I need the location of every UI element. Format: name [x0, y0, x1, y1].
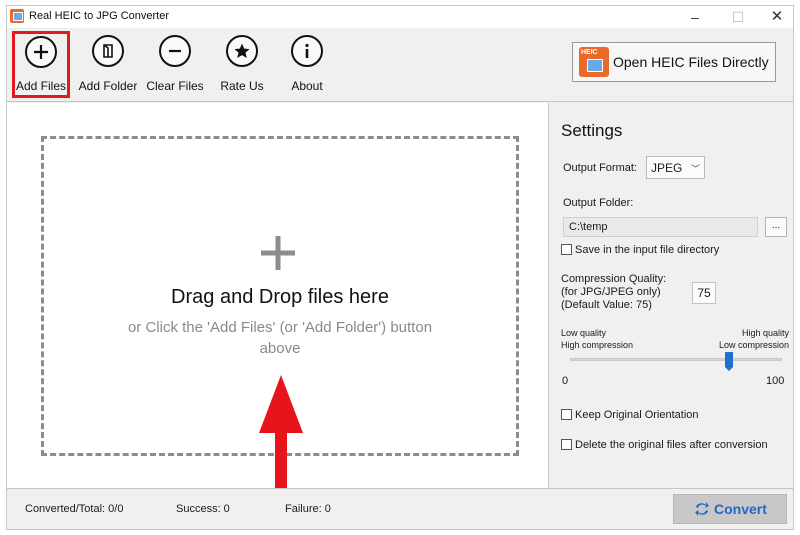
- minus-icon: [159, 35, 191, 67]
- minimize-button[interactable]: –: [677, 7, 713, 27]
- close-button[interactable]: ✕: [759, 7, 795, 27]
- title-bar: Real HEIC to JPG Converter – ☐ ✕: [7, 6, 793, 28]
- quality-slider-thumb[interactable]: [725, 352, 733, 371]
- browse-folder-button[interactable]: ...: [765, 217, 787, 237]
- open-heic-label: Open HEIC Files Directly: [613, 54, 769, 70]
- checkbox-box[interactable]: [561, 409, 572, 420]
- clear-files-label: Clear Files: [146, 79, 204, 93]
- high-compression-label: High compression: [561, 340, 634, 350]
- window-title: Real HEIC to JPG Converter: [29, 10, 169, 22]
- high-quality-label: High quality: [741, 328, 789, 338]
- compression-default: (Default Value: 75): [561, 299, 652, 311]
- slider-min-label: 0: [562, 375, 569, 387]
- delete-original-checkbox[interactable]: Delete the original files after conversi…: [561, 439, 768, 451]
- red-arrow-icon: [259, 375, 303, 503]
- plus-icon: [25, 36, 57, 68]
- checkbox-box[interactable]: [561, 244, 572, 255]
- about-label: About: [291, 79, 323, 93]
- drop-title: Drag and Drop files here: [171, 286, 389, 308]
- app-icon: [10, 9, 24, 23]
- add-plus-icon: [261, 236, 295, 270]
- convert-button[interactable]: Convert: [673, 494, 787, 524]
- keep-orientation-checkbox[interactable]: Keep Original Orientation: [561, 409, 699, 421]
- output-format-value: JPEG: [651, 161, 683, 175]
- compression-quality-label: Compression Quality:: [561, 273, 667, 285]
- info-icon: [291, 35, 323, 67]
- save-in-input-label: Save in the input file directory: [575, 244, 720, 256]
- settings-title: Settings: [561, 121, 623, 140]
- keep-orientation-label: Keep Original Orientation: [575, 409, 699, 421]
- checkbox-box[interactable]: [561, 439, 572, 450]
- low-compression-label: Low compression: [718, 340, 789, 350]
- app-window: Real HEIC to JPG Converter – ☐ ✕ Add Fil…: [6, 5, 794, 530]
- drop-area[interactable]: Drag and Drop files here or Click the 'A…: [7, 103, 549, 503]
- quality-input[interactable]: 75: [692, 282, 716, 304]
- add-files-label: Add Files: [15, 79, 67, 93]
- add-files-button[interactable]: Add Files: [12, 31, 70, 98]
- star-icon: [226, 35, 258, 67]
- converted-total-status: Converted/Total: 0/0: [25, 503, 124, 515]
- open-heic-files-button[interactable]: HEIC Open HEIC Files Directly: [572, 42, 776, 82]
- output-format-label: Output Format:: [563, 162, 637, 174]
- status-bar: Converted/Total: 0/0 Success: 0 Failure:…: [7, 488, 793, 529]
- delete-original-label: Delete the original files after conversi…: [575, 439, 768, 451]
- convert-arrows-icon: [695, 502, 709, 516]
- rate-us-button[interactable]: Rate Us: [215, 31, 269, 98]
- output-format-select[interactable]: JPEG ﹀: [646, 156, 705, 179]
- toolbar: Add Files Add Folder Clear Files Rate Us: [7, 28, 793, 102]
- rate-us-label: Rate Us: [220, 79, 264, 93]
- output-folder-label: Output Folder:: [563, 197, 634, 209]
- success-status: Success: 0: [176, 503, 230, 515]
- heic-file-icon: HEIC: [579, 47, 609, 77]
- folder-icon: [92, 35, 124, 67]
- settings-panel: Settings Output Format: JPEG ﹀ Output Fo…: [550, 103, 793, 488]
- compression-note: (for JPG/JPEG only): [561, 286, 661, 298]
- add-folder-button[interactable]: Add Folder: [77, 31, 139, 98]
- save-in-input-checkbox[interactable]: Save in the input file directory: [561, 244, 719, 256]
- drop-hint: or Click the 'Add Files' (or 'Add Folder…: [127, 319, 433, 357]
- output-folder-field[interactable]: C:\temp: [563, 217, 758, 237]
- quality-slider-track[interactable]: [570, 358, 782, 361]
- maximize-button[interactable]: ☐: [720, 7, 756, 27]
- failure-status: Failure: 0: [285, 503, 331, 515]
- add-folder-label: Add Folder: [78, 79, 138, 93]
- slider-max-label: 100: [766, 375, 785, 387]
- about-button[interactable]: About: [283, 31, 331, 98]
- heic-badge: HEIC: [581, 49, 598, 56]
- convert-label: Convert: [714, 501, 767, 517]
- chevron-down-icon: ﹀: [690, 164, 700, 174]
- clear-files-button[interactable]: Clear Files: [145, 31, 205, 98]
- low-quality-label: Low quality: [561, 328, 607, 338]
